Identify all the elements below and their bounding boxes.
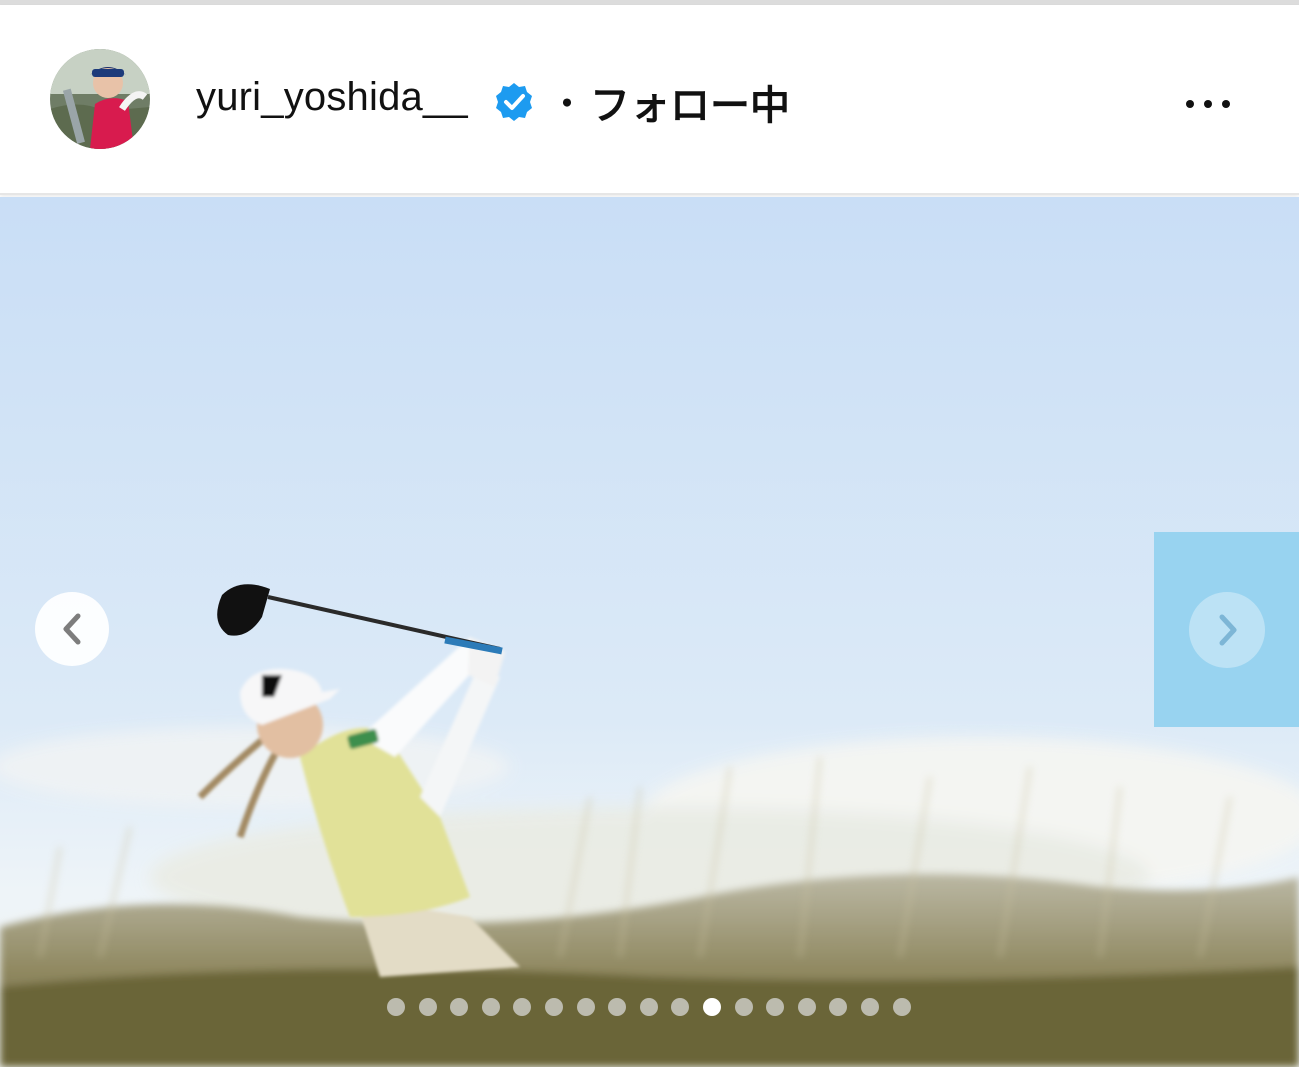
separator-dot: ・	[548, 82, 587, 126]
chevron-left-icon	[63, 613, 81, 645]
verified-badge-icon	[496, 83, 532, 121]
carousel-dot	[545, 998, 563, 1016]
carousel-dot	[892, 998, 911, 1016]
carousel-dot	[387, 998, 405, 1016]
more-horizontal-icon	[1186, 100, 1194, 108]
bottom-divider	[0, 1067, 1299, 1076]
carousel-dot	[576, 998, 595, 1016]
post-header: yuri_yoshida__ ・ フォロー中	[0, 5, 1299, 195]
carousel-dot	[797, 998, 816, 1016]
chevron-right-icon	[1219, 614, 1237, 646]
carousel-dot	[418, 998, 437, 1016]
golf-swing-photo	[0, 197, 1299, 1067]
carousel-dot	[861, 998, 879, 1016]
previous-slide-button[interactable]	[35, 592, 109, 666]
carousel-dot	[734, 998, 753, 1016]
carousel-dot	[481, 998, 500, 1016]
next-slide-button[interactable]	[1189, 592, 1265, 668]
next-slide-hover-area[interactable]	[1154, 532, 1299, 727]
profile-avatar[interactable]	[50, 49, 150, 149]
carousel-dot-active	[703, 998, 721, 1016]
following-button[interactable]: フォロー中	[590, 73, 790, 131]
carousel-dot	[639, 998, 658, 1016]
avatar-image	[50, 49, 150, 149]
username-link[interactable]: yuri_yoshida__	[196, 75, 468, 120]
more-options-button[interactable]	[1180, 85, 1240, 121]
post-media-carousel	[0, 197, 1299, 1067]
